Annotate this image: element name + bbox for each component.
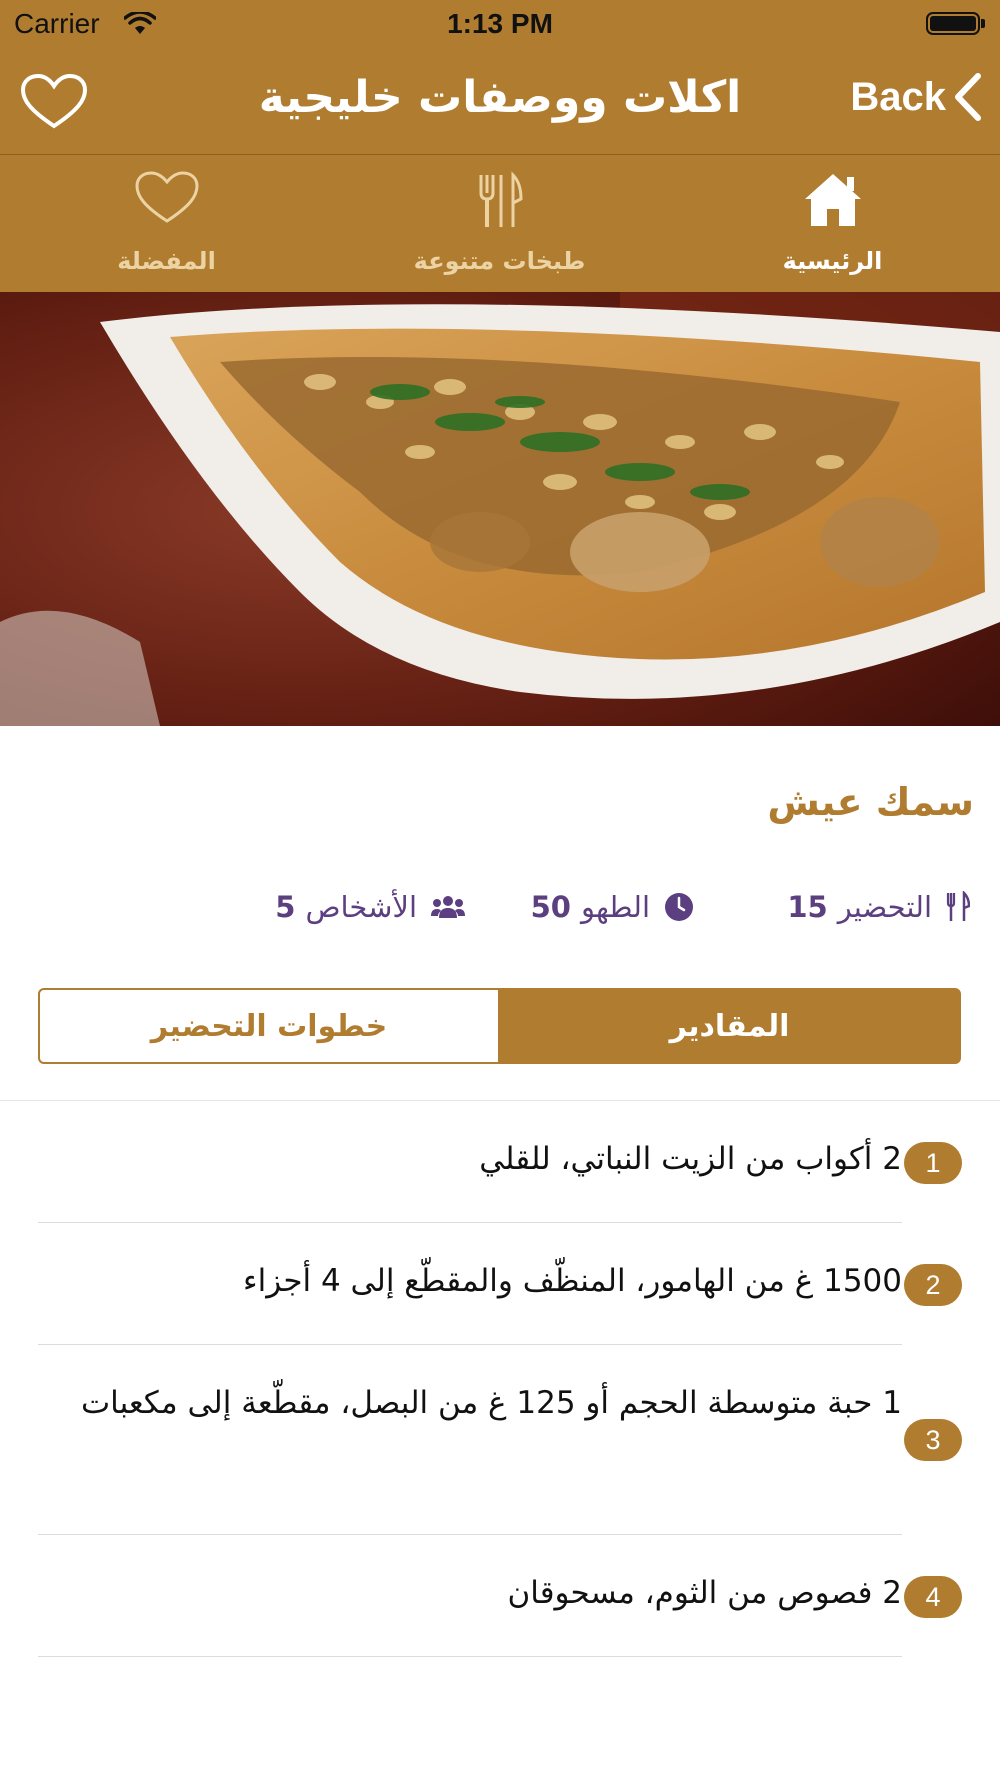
row-divider <box>38 1222 902 1223</box>
heart-outline-icon <box>134 171 199 223</box>
ingredient-row: 1 حبة متوسطة الحجم أو 125 غ من البصل، مق… <box>38 1346 962 1535</box>
cook-label: الطهو <box>580 890 650 924</box>
prep-time: التحضير 15 <box>787 890 970 924</box>
people-icon <box>431 896 465 918</box>
tab-label-favorites: المفضلة <box>117 247 216 275</box>
ingredient-row: 2 فصوص من الثوم، مسحوقان 4 <box>38 1536 962 1657</box>
tab-label-home: الرئيسية <box>782 247 883 275</box>
cook-time: الطهو 50 <box>531 890 694 924</box>
recipe-meta-row: التحضير 15 الطهو 50 الأشخاص 5 <box>0 890 1000 940</box>
ingredient-number-badge: 3 <box>904 1419 962 1461</box>
ingredient-number-badge: 2 <box>904 1264 962 1306</box>
tab-various-dishes[interactable]: طبخات متنوعة <box>333 155 666 292</box>
ingredient-number-badge: 1 <box>904 1142 962 1184</box>
back-label: Back <box>850 74 946 119</box>
row-divider <box>38 1656 902 1657</box>
recipe-photo <box>0 292 1000 726</box>
row-divider <box>38 1534 902 1535</box>
utensils-icon <box>946 891 970 921</box>
ingredient-number-badge: 4 <box>904 1576 962 1618</box>
status-bar: Carrier 1:13 PM <box>0 0 1000 50</box>
clock-icon <box>665 893 693 921</box>
prep-value: 15 <box>787 890 828 924</box>
tab-favorites[interactable]: المفضلة <box>0 155 333 292</box>
ingredient-row: 2 أكواب من الزيت النباتي، للقلي 1 <box>38 1102 962 1223</box>
segment-steps[interactable]: خطوات التحضير <box>38 988 500 1064</box>
fish-dish-image <box>0 292 1000 726</box>
divider <box>0 1100 1000 1101</box>
ingredient-text: 1500 غ من الهامور، المنظّف والمقطّع إلى … <box>243 1263 902 1299</box>
back-button[interactable]: Back <box>850 72 982 122</box>
segment-ingredients[interactable]: المقادير <box>498 988 961 1064</box>
battery-nub <box>981 19 985 28</box>
fork-knife-icon <box>479 171 523 227</box>
row-divider <box>38 1344 902 1345</box>
cook-value: 50 <box>530 890 571 924</box>
prep-label: التحضير <box>837 890 932 924</box>
ingredient-text: 2 فصوص من الثوم، مسحوقان <box>507 1575 903 1611</box>
recipe-title: سمك عيش <box>767 780 974 824</box>
nav-bar: اكلات ووصفات خليجية Back <box>0 50 1000 155</box>
chevron-left-icon <box>955 73 981 121</box>
home-icon <box>804 174 861 226</box>
ingredient-text: 2 أكواب من الزيت النباتي، للقلي <box>479 1141 902 1177</box>
tab-bar: المفضلة طبخات متنوعة الرئيسية <box>0 155 1000 292</box>
battery-icon <box>926 12 980 35</box>
status-time: 1:13 PM <box>447 8 553 39</box>
servings: الأشخاص 5 <box>275 890 465 924</box>
servings-value: 5 <box>275 890 296 924</box>
tab-home[interactable]: الرئيسية <box>666 155 999 292</box>
tab-label-various: طبخات متنوعة <box>413 247 586 275</box>
ingredient-row: 1500 غ من الهامور، المنظّف والمقطّع إلى … <box>38 1224 962 1345</box>
servings-label: الأشخاص <box>305 890 417 924</box>
ingredient-text: 1 حبة متوسطة الحجم أو 125 غ من البصل، مق… <box>80 1385 902 1421</box>
